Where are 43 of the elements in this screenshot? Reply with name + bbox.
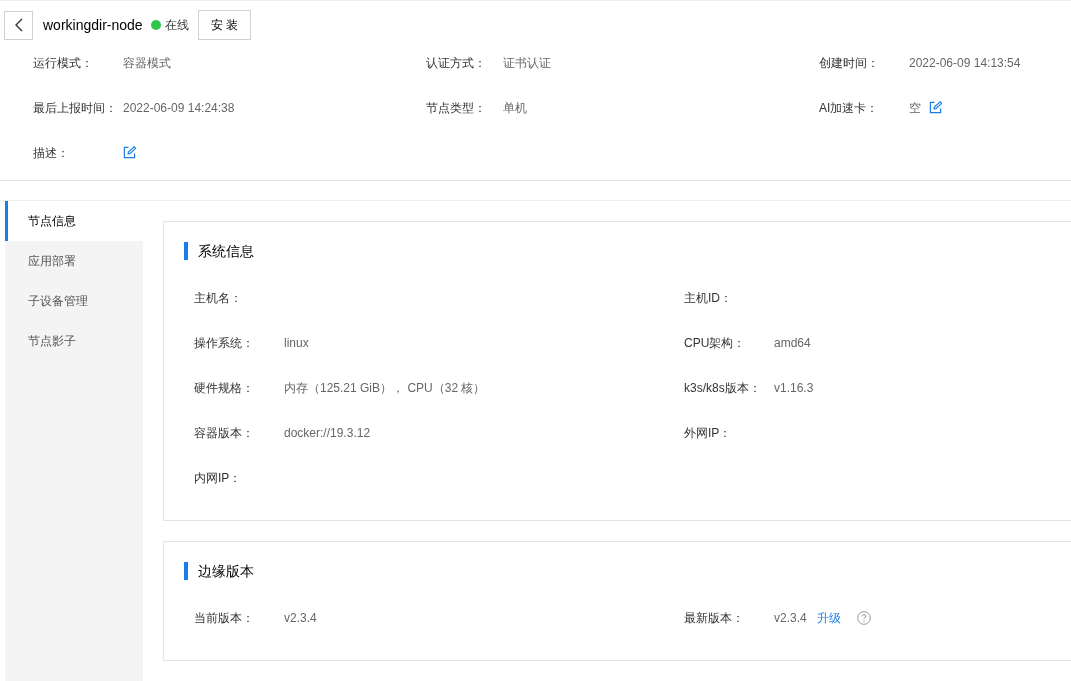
field-value: amd64: [774, 334, 811, 352]
field-label: 创建时间：: [819, 54, 880, 72]
field-label: 内网IP：: [194, 469, 243, 487]
field-value: 空: [909, 99, 921, 117]
field-label: 描述：: [33, 144, 70, 162]
field-label: 最新版本：: [684, 609, 745, 627]
section-title: 系统信息: [184, 242, 1071, 260]
field-value: 2022-06-09 14:24:38: [123, 99, 235, 117]
field-value: docker://19.3.12: [284, 424, 371, 442]
help-icon[interactable]: [856, 610, 871, 625]
field-label: 节点类型：: [426, 99, 487, 117]
field-label: 运行模式：: [33, 54, 94, 72]
field-value: linux: [284, 334, 309, 352]
sidebar-tab[interactable]: 节点信息: [5, 201, 143, 241]
field-value: 内存（125.21 GiB）， CPU（32 核）: [284, 379, 486, 397]
field-value: v1.16.3: [774, 379, 814, 397]
field-label: AI加速卡：: [819, 99, 880, 117]
field-value: 单机: [503, 99, 527, 117]
back-button[interactable]: [4, 10, 33, 40]
status-text: 在线: [164, 17, 189, 34]
field-value: v2.3.4: [774, 609, 807, 627]
edit-icon[interactable]: [123, 146, 136, 159]
chevron-left-icon: [13, 18, 24, 32]
field-label: 外网IP：: [684, 424, 733, 442]
field-value: v2.3.4: [284, 609, 317, 627]
field-label: 硬件规格：: [194, 379, 255, 397]
field-label: 当前版本：: [194, 609, 255, 627]
field-label: 主机ID：: [684, 289, 733, 307]
field-label: 认证方式：: [426, 54, 487, 72]
field-label: 主机名：: [194, 289, 243, 307]
field-value: 证书认证: [503, 54, 551, 72]
node-name: workingdir-node: [43, 15, 143, 35]
field-label: 容器版本：: [194, 424, 255, 442]
field-label: 操作系统：: [194, 334, 255, 352]
field-value: 容器模式: [123, 54, 171, 72]
field-value: 2022-06-09 14:13:54: [909, 54, 1021, 72]
section-title: 边缘版本: [184, 562, 1071, 580]
upgrade-link[interactable]: 升级: [816, 608, 841, 627]
field-label: 最后上报时间：: [33, 99, 118, 117]
edit-icon[interactable]: [929, 101, 942, 114]
install-button[interactable]: 安 装: [197, 10, 251, 40]
field-label: CPU架构：: [684, 334, 747, 352]
field-label: k3s/k8s版本：: [684, 379, 762, 397]
